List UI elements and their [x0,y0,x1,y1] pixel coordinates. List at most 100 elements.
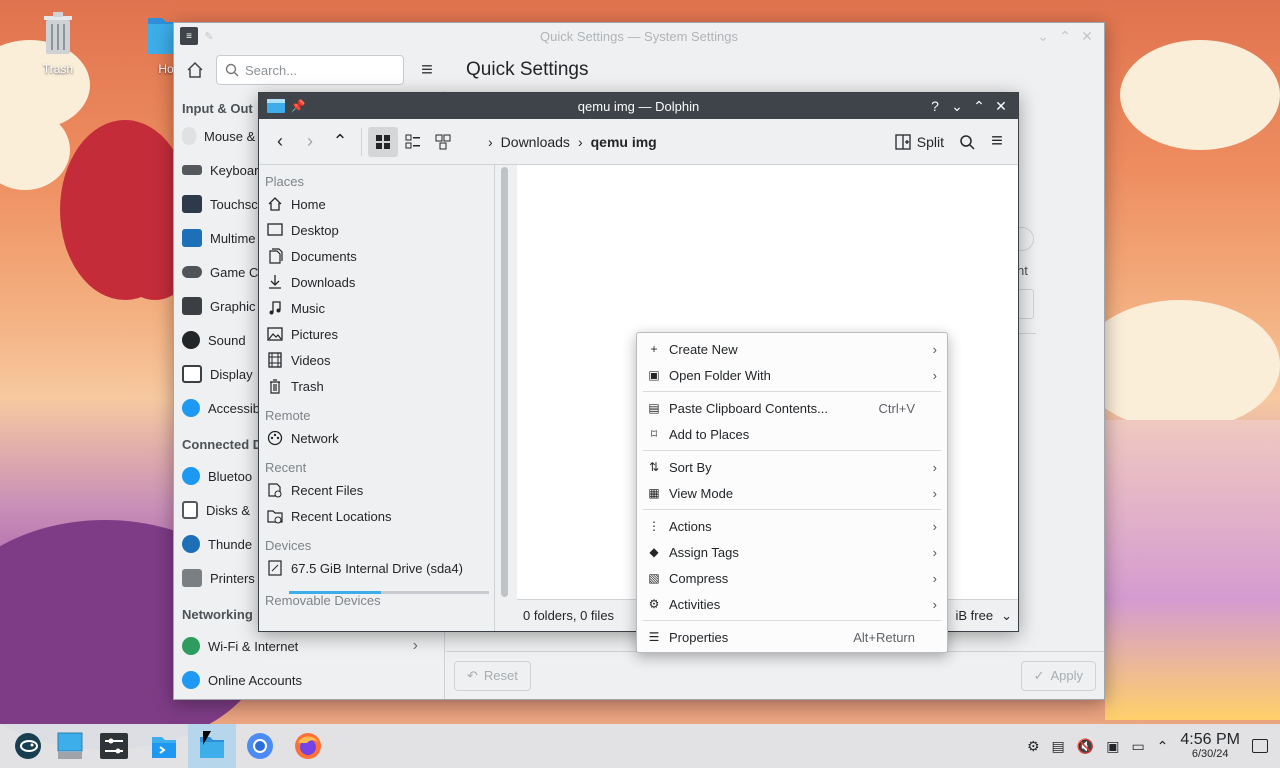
menu-item-paste[interactable]: ▤ Paste Clipboard Contents... Ctrl+V [637,395,947,421]
pin-icon[interactable]: 📌 [287,95,309,117]
show-desktop-icon [57,732,83,759]
menu-item-actions[interactable]: ⋮ Actions › [637,513,947,539]
split-button[interactable]: Split [887,134,952,150]
sidebar-item-label: Sound [208,332,246,348]
trash-icon [36,10,80,58]
taskbar-chromium[interactable] [236,724,284,768]
place-downloads[interactable]: Downloads [259,269,494,295]
menu-item-label: Sort By [669,459,712,475]
forward-arrow-icon: › [307,131,313,151]
menu-item-label: Compress [669,570,729,586]
home-button[interactable] [182,57,208,83]
menu-item-compress[interactable]: ▧ Compress › [637,565,947,591]
reset-button[interactable]: ↶ Reset [454,660,531,691]
help-button[interactable]: ? [924,95,946,117]
place-documents[interactable]: Documents [259,243,494,269]
taskbar-firefox[interactable] [284,724,332,768]
menu-item-label: Activities [669,596,721,612]
search-button[interactable] [952,127,982,157]
chevron-down-icon[interactable]: ⌄ [1001,608,1012,624]
menu-item-sort-by[interactable]: ⇅ Sort By › [637,454,947,480]
minimize-button[interactable]: ⌄ [946,95,968,117]
disk-icon[interactable]: ▣ [1106,738,1119,755]
menu-item-view-mode[interactable]: ▦ View Mode › [637,480,947,506]
place-desktop[interactable]: Desktop [259,217,494,243]
clipboard-icon[interactable]: ▤ [1052,738,1065,755]
app-launcher-button[interactable] [4,724,52,768]
place-home[interactable]: Home [259,191,494,217]
place-internal-drive[interactable]: 67.5 GiB Internal Drive (sda4) [259,555,494,581]
sidebar-item-online-accounts[interactable]: Online Accounts [174,663,426,697]
hamburger-menu-button[interactable]: ≡ [414,59,440,82]
forward-button[interactable]: › [295,127,325,157]
settings-titlebar[interactable]: ≡ ✎ Quick Settings — System Settings ⌄ ⌃… [174,23,1104,49]
minimize-button[interactable]: ⌄ [1032,25,1054,47]
menu-item-activities[interactable]: ⚙ Activities › [637,591,947,617]
sidebar-item-wifi[interactable]: Wi-Fi & Internet › [174,629,426,663]
taskbar-discover[interactable] [140,724,188,768]
menu-item-add-to-places[interactable]: ⌑ Add to Places [637,421,947,447]
close-button[interactable]: ✕ [990,95,1012,117]
settings-toolbar: Search... ≡ Quick Settings [174,49,1104,91]
menu-separator [643,450,941,451]
chromium-icon [247,733,273,759]
trash-icon [267,378,283,394]
menu-item-open-folder-with[interactable]: ▣ Open Folder With › [637,362,947,388]
sidebar-item-label: Printers [210,570,255,586]
drive-usage-fill [289,591,381,594]
breadcrumb-current[interactable]: qemu img [591,134,657,150]
open-with-icon: ▣ [648,368,660,382]
places-scrollbar[interactable] [497,167,511,609]
menu-item-assign-tags[interactable]: ◆ Assign Tags › [637,539,947,565]
breadcrumb-item[interactable]: Downloads [501,134,570,150]
up-button[interactable]: ⌃ [325,127,355,157]
kde-connect-icon[interactable]: ⚙ [1027,738,1040,755]
scrollbar-thumb[interactable] [501,167,508,597]
chevron-right-icon: › [932,341,937,357]
taskbar-system-settings[interactable] [88,724,140,768]
dolphin-titlebar[interactable]: 📌 qemu img — Dolphin ? ⌄ ⌃ ✕ [259,93,1018,119]
chevron-right-icon: › [932,518,937,534]
peek-desktop-icon[interactable] [1252,739,1268,753]
network-tray-icon[interactable]: ▭ [1131,738,1144,755]
place-recent-locations[interactable]: Recent Locations [259,503,494,529]
icons-view-button[interactable] [368,126,398,157]
taskbar-dolphin[interactable] [188,724,236,768]
dolphin-toolbar: ‹ › ⌃ › Downloads › qemu img Split ≡ [259,119,1018,165]
maximize-button[interactable]: ⌃ [1054,25,1076,47]
place-pictures[interactable]: Pictures [259,321,494,347]
downloads-icon [267,274,283,290]
place-recent-files[interactable]: Recent Files [259,477,494,503]
pin-icon[interactable]: ✎ [198,25,220,47]
menu-separator [643,509,941,510]
place-music[interactable]: Music [259,295,494,321]
clock[interactable]: 4:56 PM 6/30/24 [1180,731,1240,760]
place-network[interactable]: Network [259,425,494,451]
back-arrow-icon: ‹ [277,131,283,151]
show-desktop-button[interactable] [52,724,88,768]
status-text: 0 folders, 0 files [523,608,615,623]
search-icon [225,63,239,77]
details-view-button[interactable] [428,127,458,157]
apply-button[interactable]: ✓ Apply [1020,660,1096,691]
tray-expand-icon[interactable]: ⌃ [1157,738,1169,755]
recent-files-icon [267,482,283,498]
back-button[interactable]: ‹ [265,127,295,157]
desktop-icon-trash[interactable]: Trash [26,10,90,76]
menu-item-create-new[interactable]: + Create New › [637,336,947,362]
compact-view-button[interactable] [398,127,428,157]
maximize-button[interactable]: ⌃ [968,95,990,117]
system-settings-icon [100,733,128,759]
close-button[interactable]: ✕ [1076,25,1098,47]
toolbar-separator [361,127,362,156]
menu-item-label: View Mode [669,485,734,501]
place-videos[interactable]: Videos [259,347,494,373]
hamburger-menu-button[interactable]: ≡ [982,127,1012,157]
menu-item-properties[interactable]: ☰ Properties Alt+Return [637,624,947,650]
context-menu: + Create New › ▣ Open Folder With › ▤ Paste C… [636,332,948,653]
reset-label: Reset [483,668,518,683]
volume-muted-icon[interactable]: 🔇 [1077,738,1094,755]
place-trash[interactable]: Trash [259,373,494,399]
apply-label: Apply [1050,668,1083,683]
settings-search-input[interactable]: Search... [216,55,404,85]
